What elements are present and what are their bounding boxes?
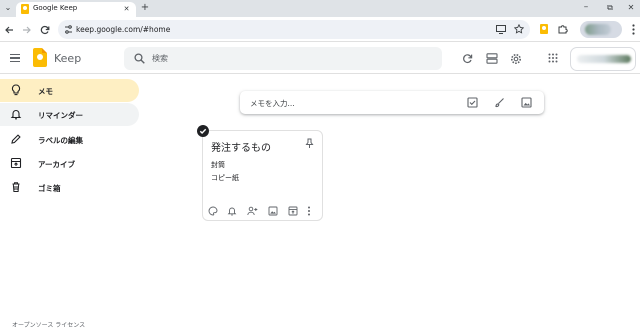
add-image-icon[interactable]	[268, 206, 278, 216]
browser-tab-title: Google Keep	[33, 4, 78, 12]
remind-me-bell-icon[interactable]	[227, 206, 237, 216]
extensions-puzzle-icon[interactable]	[558, 24, 568, 34]
new-tab-button[interactable]: +	[140, 3, 150, 13]
google-apps-icon[interactable]	[548, 53, 560, 65]
main-menu-icon[interactable]	[10, 54, 20, 62]
note-line: 封筒	[211, 161, 225, 169]
app-title: Keep	[54, 52, 82, 65]
google-account-button[interactable]	[570, 47, 636, 71]
new-list-checkbox-icon[interactable]	[467, 97, 478, 108]
sidebar-item-edit-labels[interactable]: ラベルの編集	[0, 128, 139, 151]
take-note-bar[interactable]: メモを入力...	[240, 91, 544, 114]
settings-gear-icon[interactable]	[510, 53, 522, 65]
palette-icon[interactable]	[208, 206, 218, 216]
sidebar-item-archive[interactable]: アーカイブ	[0, 152, 139, 175]
note-title: 発注するもの	[211, 143, 271, 154]
archive-icon[interactable]	[288, 206, 298, 216]
list-view-icon[interactable]	[486, 53, 498, 65]
sidebar-item-reminders[interactable]: リマインダー	[0, 103, 139, 126]
archive-icon	[10, 157, 22, 169]
sidebar-item-label: ラベルの編集	[38, 136, 83, 145]
restore-button[interactable]: ⧉	[604, 3, 616, 12]
browser-profile-button[interactable]	[580, 21, 622, 38]
bookmark-star-icon[interactable]	[514, 24, 524, 34]
bell-icon	[10, 108, 22, 120]
keep-favicon-icon	[21, 4, 29, 14]
account-avatar	[577, 55, 631, 63]
new-drawing-brush-icon[interactable]	[494, 97, 505, 108]
sidebar-item-label: リマインダー	[38, 111, 83, 120]
keep-header: Keep 検索	[0, 42, 640, 74]
search-icon[interactable]	[134, 53, 145, 64]
lightbulb-icon	[10, 84, 22, 96]
site-info-icon[interactable]	[64, 25, 73, 34]
collaborator-add-person-icon[interactable]	[247, 206, 258, 216]
reload-icon[interactable]	[40, 25, 50, 35]
note-line: コピー紙	[211, 174, 239, 182]
keep-logo-icon	[33, 48, 47, 67]
browser-tab-google-keep[interactable]: Google Keep ✕	[16, 2, 136, 17]
address-url: keep.google.com/#home	[76, 25, 171, 34]
more-options-icon[interactable]	[307, 206, 317, 216]
search-bar[interactable]: 検索	[124, 47, 442, 70]
sidebar-item-label: アーカイブ	[38, 160, 76, 169]
select-note-check-icon[interactable]	[197, 125, 209, 137]
close-window-button[interactable]: ✕	[625, 3, 637, 12]
install-app-icon[interactable]	[496, 25, 506, 34]
browser-tab-strip: ⌄ Google Keep ✕ + – ⧉ ✕	[0, 0, 640, 17]
pencil-icon	[10, 133, 22, 145]
forward-arrow-icon[interactable]	[22, 25, 32, 35]
address-bar[interactable]: keep.google.com/#home	[58, 20, 530, 39]
back-arrow-icon[interactable]	[4, 25, 14, 35]
browser-toolbar: keep.google.com/#home	[0, 17, 640, 42]
browser-menu-icon[interactable]	[632, 24, 635, 35]
take-note-input[interactable]: メモを入力...	[250, 98, 295, 109]
note-card[interactable]: 発注するもの 封筒 コピー紙	[202, 130, 323, 221]
sidebar-item-trash[interactable]: ゴミ箱	[0, 176, 139, 199]
search-input[interactable]: 検索	[152, 53, 168, 64]
sidebar-item-notes[interactable]: メモ	[0, 79, 139, 102]
pin-icon[interactable]	[305, 138, 314, 149]
new-image-icon[interactable]	[521, 97, 532, 108]
sidebar-item-label: ゴミ箱	[38, 184, 61, 193]
sidebar-item-label: メモ	[38, 87, 53, 96]
refresh-icon[interactable]	[462, 53, 474, 65]
trash-icon	[10, 181, 22, 193]
profile-avatar	[585, 24, 611, 35]
keep-extension-icon[interactable]	[540, 24, 548, 34]
minimize-button[interactable]: –	[580, 3, 592, 12]
tab-search-button[interactable]: ⌄	[3, 3, 13, 12]
close-tab-button[interactable]: ✕	[122, 5, 131, 14]
